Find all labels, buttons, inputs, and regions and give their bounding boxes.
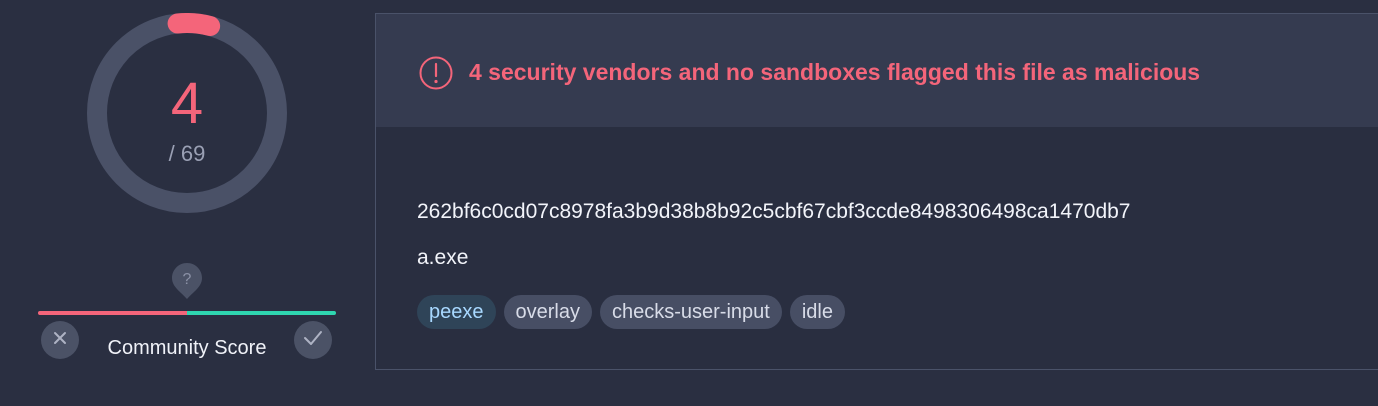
file-hash[interactable]: 262bf6c0cd07c8978fa3b9d38b8b92c5cbf67cbf… bbox=[417, 200, 1130, 224]
file-summary-card: 4 security vendors and no sandboxes flag… bbox=[375, 13, 1378, 370]
alert-banner: 4 security vendors and no sandboxes flag… bbox=[376, 14, 1378, 127]
detection-ring: 4 / 69 bbox=[87, 13, 287, 213]
svg-text:?: ? bbox=[183, 271, 192, 288]
tag-list: peexe overlay checks-user-input idle bbox=[417, 295, 845, 329]
x-icon bbox=[52, 330, 68, 351]
community-bar-harmless bbox=[187, 311, 336, 315]
check-icon bbox=[303, 330, 323, 351]
question-pin-icon[interactable]: ? bbox=[171, 262, 203, 300]
tag-overlay[interactable]: overlay bbox=[503, 295, 592, 329]
vote-harmless-button[interactable] bbox=[294, 321, 332, 359]
exclamation-circle-icon bbox=[419, 56, 453, 90]
vote-harmful-button[interactable] bbox=[41, 321, 79, 359]
community-bar-harmful bbox=[38, 311, 187, 315]
tag-peexe[interactable]: peexe bbox=[417, 295, 496, 329]
detection-panel: 4 / 69 ? Community Score bbox=[0, 0, 375, 406]
file-name: a.exe bbox=[417, 246, 469, 269]
detection-score: 4 bbox=[170, 71, 204, 136]
community-score-label: Community Score bbox=[107, 337, 267, 359]
detection-total: / 69 bbox=[168, 141, 206, 166]
alert-text: 4 security vendors and no sandboxes flag… bbox=[469, 59, 1201, 85]
tag-idle[interactable]: idle bbox=[789, 295, 845, 329]
tag-checks-user-input[interactable]: checks-user-input bbox=[599, 295, 782, 329]
